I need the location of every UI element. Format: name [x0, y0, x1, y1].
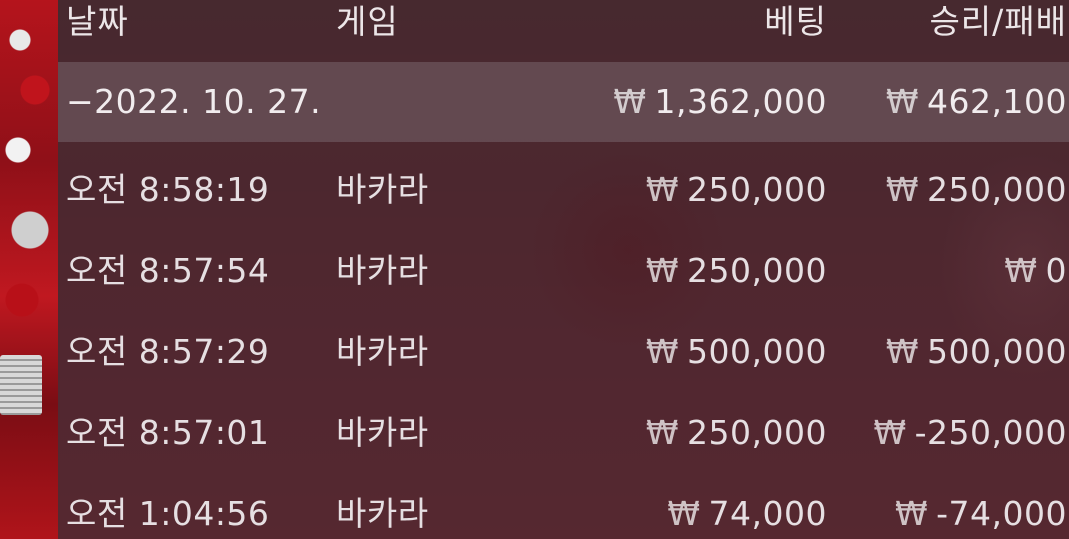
row-time: 오전 8:57:29 — [66, 332, 270, 371]
row-game: 바카라 — [336, 413, 429, 452]
table-row[interactable]: 오전 8:57:54 바카라 ₩250,000 ₩0 — [58, 231, 1069, 311]
table-row[interactable]: 오전 1:04:56 바카라 ₩74,000 ₩ -74,000 — [58, 474, 1069, 539]
chip-stack-image — [0, 355, 42, 415]
column-header-game: 게임 — [336, 2, 399, 41]
column-header-bet: 베팅 — [764, 2, 827, 41]
row-bet: ₩74,000 — [667, 494, 827, 533]
row-game: 바카라 — [336, 494, 429, 533]
column-header-date: 날짜 — [66, 2, 129, 41]
table-row[interactable]: 오전 8:58:19 바카라 ₩250,000 ₩250,000 — [58, 150, 1069, 230]
row-bet: ₩250,000 — [645, 170, 827, 209]
table-row[interactable]: 오전 8:57:29 바카라 ₩500,000 ₩500,000 — [58, 312, 1069, 392]
history-panel[interactable]: 날짜 게임 베팅 승리/패배 −2022. 10. 27. ₩1,362,000… — [58, 0, 1069, 539]
row-win-loss: ₩ -250,000 — [873, 413, 1067, 452]
date-group-label: −2022. 10. 27. — [66, 82, 322, 121]
row-bet: ₩500,000 — [645, 332, 827, 371]
date-total-win-loss: ₩462,100 — [885, 82, 1067, 121]
row-game: 바카라 — [336, 251, 429, 290]
row-game: 바카라 — [336, 170, 429, 209]
betting-history-screen: 날짜 게임 베팅 승리/패배 −2022. 10. 27. ₩1,362,000… — [0, 0, 1069, 539]
row-time: 오전 1:04:56 — [66, 494, 270, 533]
row-bet: ₩250,000 — [645, 251, 827, 290]
row-win-loss: ₩250,000 — [885, 170, 1067, 209]
row-win-loss: ₩ -74,000 — [894, 494, 1067, 533]
date-group-row[interactable]: −2022. 10. 27. ₩1,362,000 ₩462,100 — [58, 62, 1069, 142]
column-header-win-loss: 승리/패배 — [929, 2, 1067, 41]
row-time: 오전 8:57:01 — [66, 413, 270, 452]
row-game: 바카라 — [336, 332, 429, 371]
row-time: 오전 8:58:19 — [66, 170, 270, 209]
row-bet: ₩250,000 — [645, 413, 827, 452]
table-header: 날짜 게임 베팅 승리/패배 — [58, 0, 1069, 60]
casino-table-background — [0, 0, 58, 539]
table-row[interactable]: 오전 8:57:01 바카라 ₩250,000 ₩ -250,000 — [58, 393, 1069, 473]
row-win-loss: ₩0 — [1004, 251, 1067, 290]
row-time: 오전 8:57:54 — [66, 251, 270, 290]
row-win-loss: ₩500,000 — [885, 332, 1067, 371]
date-total-bet: ₩1,362,000 — [613, 82, 827, 121]
